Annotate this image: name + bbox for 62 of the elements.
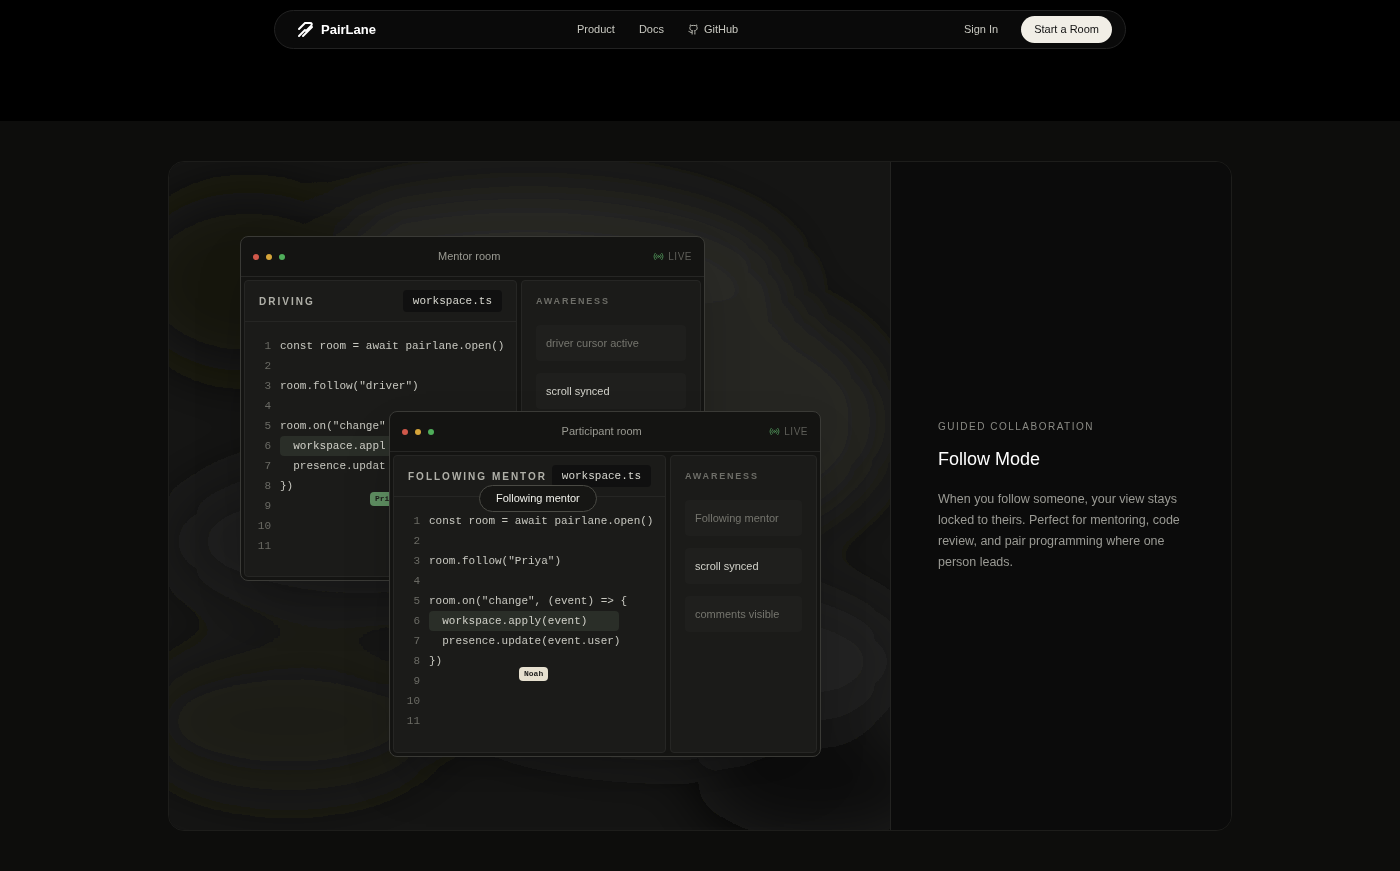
line-number: 2 <box>412 533 421 549</box>
file-tab[interactable]: workspace.ts <box>551 464 651 488</box>
awareness-item: scroll synced <box>536 373 686 409</box>
line-number: 10 <box>405 693 421 709</box>
line-number: 7 <box>263 458 272 474</box>
awareness-item: comments visible <box>685 596 802 632</box>
window-title: Participant room <box>560 424 643 440</box>
code-line: room.on("change" <box>280 419 387 434</box>
line-number: 5 <box>412 593 421 609</box>
awareness-item: Following mentor <box>685 500 802 536</box>
line-number: 9 <box>263 498 272 514</box>
code-line: presence.updat <box>292 459 387 474</box>
brand-name[interactable]: PairLane <box>321 19 376 40</box>
line-number: 8 <box>263 478 272 494</box>
following-pill: Following mentor <box>479 485 597 512</box>
broadcast-icon <box>653 251 665 262</box>
pane-label: DRIVING <box>259 294 315 309</box>
pane-label: FOLLOWING MENTOR <box>408 469 548 484</box>
eyebrow-label: GUIDED COLLABORATION <box>938 420 1095 434</box>
line-number: 10 <box>256 518 272 534</box>
nav-link[interactable]: GitHub <box>688 21 739 38</box>
code-line: const room = await pairlane.open() <box>280 339 506 354</box>
awareness-item: driver cursor active <box>536 325 686 361</box>
line-number: 4 <box>263 398 272 414</box>
file-tab[interactable]: workspace.ts <box>402 289 502 313</box>
code-line: }) <box>280 479 295 494</box>
code-line: room.follow("Priya") <box>429 554 563 569</box>
line-number: 2 <box>263 358 272 374</box>
logo-icon <box>297 21 315 38</box>
start-room-button[interactable]: Start a Room <box>1021 16 1112 43</box>
line-number: 1 <box>263 338 272 354</box>
line-number: 9 <box>412 673 421 689</box>
line-number: 11 <box>256 538 272 554</box>
nav-link[interactable]: Docs <box>638 21 664 38</box>
live-label: LIVE <box>784 425 808 439</box>
line-number: 1 <box>412 513 421 529</box>
feature-description: When you follow someone, your view stays locked to theirs. Perfect for mentoring, code review, and pair programming where one person leads. <box>938 491 1181 571</box>
cursor-tag: Noah <box>519 667 549 681</box>
live-label: LIVE <box>668 250 692 264</box>
broadcast-icon <box>769 426 781 437</box>
code-line: }) <box>429 654 444 669</box>
nav-link[interactable]: Product <box>577 21 615 38</box>
code-line: room.on("change", (event) => { <box>429 594 629 609</box>
feature-title: Follow Mode <box>938 448 1042 471</box>
sign-in-link[interactable]: Sign In <box>963 21 999 38</box>
code-line: const room = await pairlane.open() <box>429 514 655 529</box>
line-number: 6 <box>412 613 421 629</box>
line-number: 3 <box>263 378 272 394</box>
github-icon <box>688 24 699 35</box>
line-number: 3 <box>412 553 421 569</box>
awareness-label: AWARENESS <box>685 469 759 483</box>
line-number: 6 <box>263 438 272 454</box>
line-number: 7 <box>412 633 421 649</box>
line-number: 11 <box>405 713 421 729</box>
window-title: Mentor room <box>436 249 502 265</box>
code-line: room.follow("driver") <box>280 379 420 394</box>
line-number: 4 <box>412 573 421 589</box>
awareness-label: AWARENESS <box>536 294 610 308</box>
line-number: 5 <box>263 418 272 434</box>
line-number: 8 <box>412 653 421 669</box>
code-line: presence.update(event.user) <box>441 634 622 649</box>
awareness-item: scroll synced <box>685 548 802 584</box>
